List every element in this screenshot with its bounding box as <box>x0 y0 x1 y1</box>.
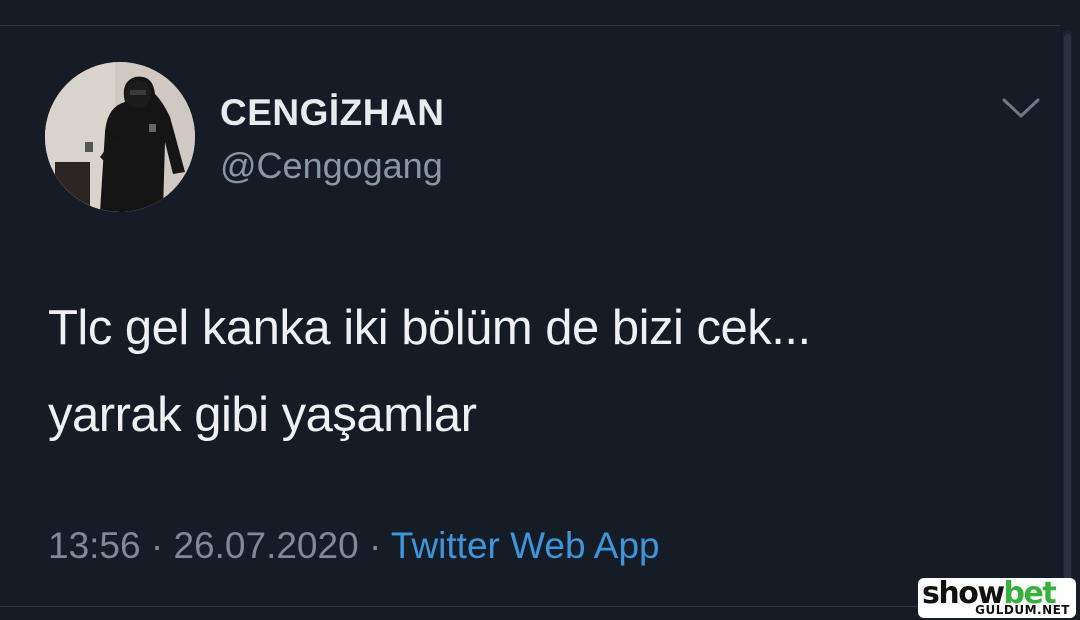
meta-separator: · <box>150 525 164 566</box>
bottom-divider <box>0 606 1060 607</box>
tweet-text-line: yarrak gibi yaşamlar <box>48 388 477 442</box>
author-display-name[interactable]: CENGİZHAN <box>220 92 444 134</box>
tweet-source-link[interactable]: Twitter Web App <box>391 525 660 566</box>
tweet-date[interactable]: 26.07.2020 <box>173 525 358 566</box>
tweet-meta: 13:56 · 26.07.2020 · Twitter Web App <box>48 525 660 567</box>
author-handle[interactable]: @Cengogang <box>220 145 443 187</box>
tweet-text-line: Tlc gel kanka iki bölüm de bizi cek... <box>48 301 811 355</box>
chevron-down-icon <box>1002 98 1040 118</box>
meta-separator: · <box>368 525 382 566</box>
tweet-menu-button[interactable] <box>1000 96 1042 122</box>
avatar-photo <box>45 62 195 212</box>
watermark-logo: showbet GULDUM.NET <box>918 576 1076 618</box>
tweet-time[interactable]: 13:56 <box>48 525 141 566</box>
top-divider <box>0 25 1060 26</box>
scrollbar-thumb[interactable] <box>1064 34 1071 596</box>
watermark-site: GULDUM.NET <box>975 603 1070 617</box>
avatar[interactable] <box>45 62 195 212</box>
tweet-text: Tlc gel kanka iki bölüm de bizi cek... y… <box>48 285 1028 459</box>
